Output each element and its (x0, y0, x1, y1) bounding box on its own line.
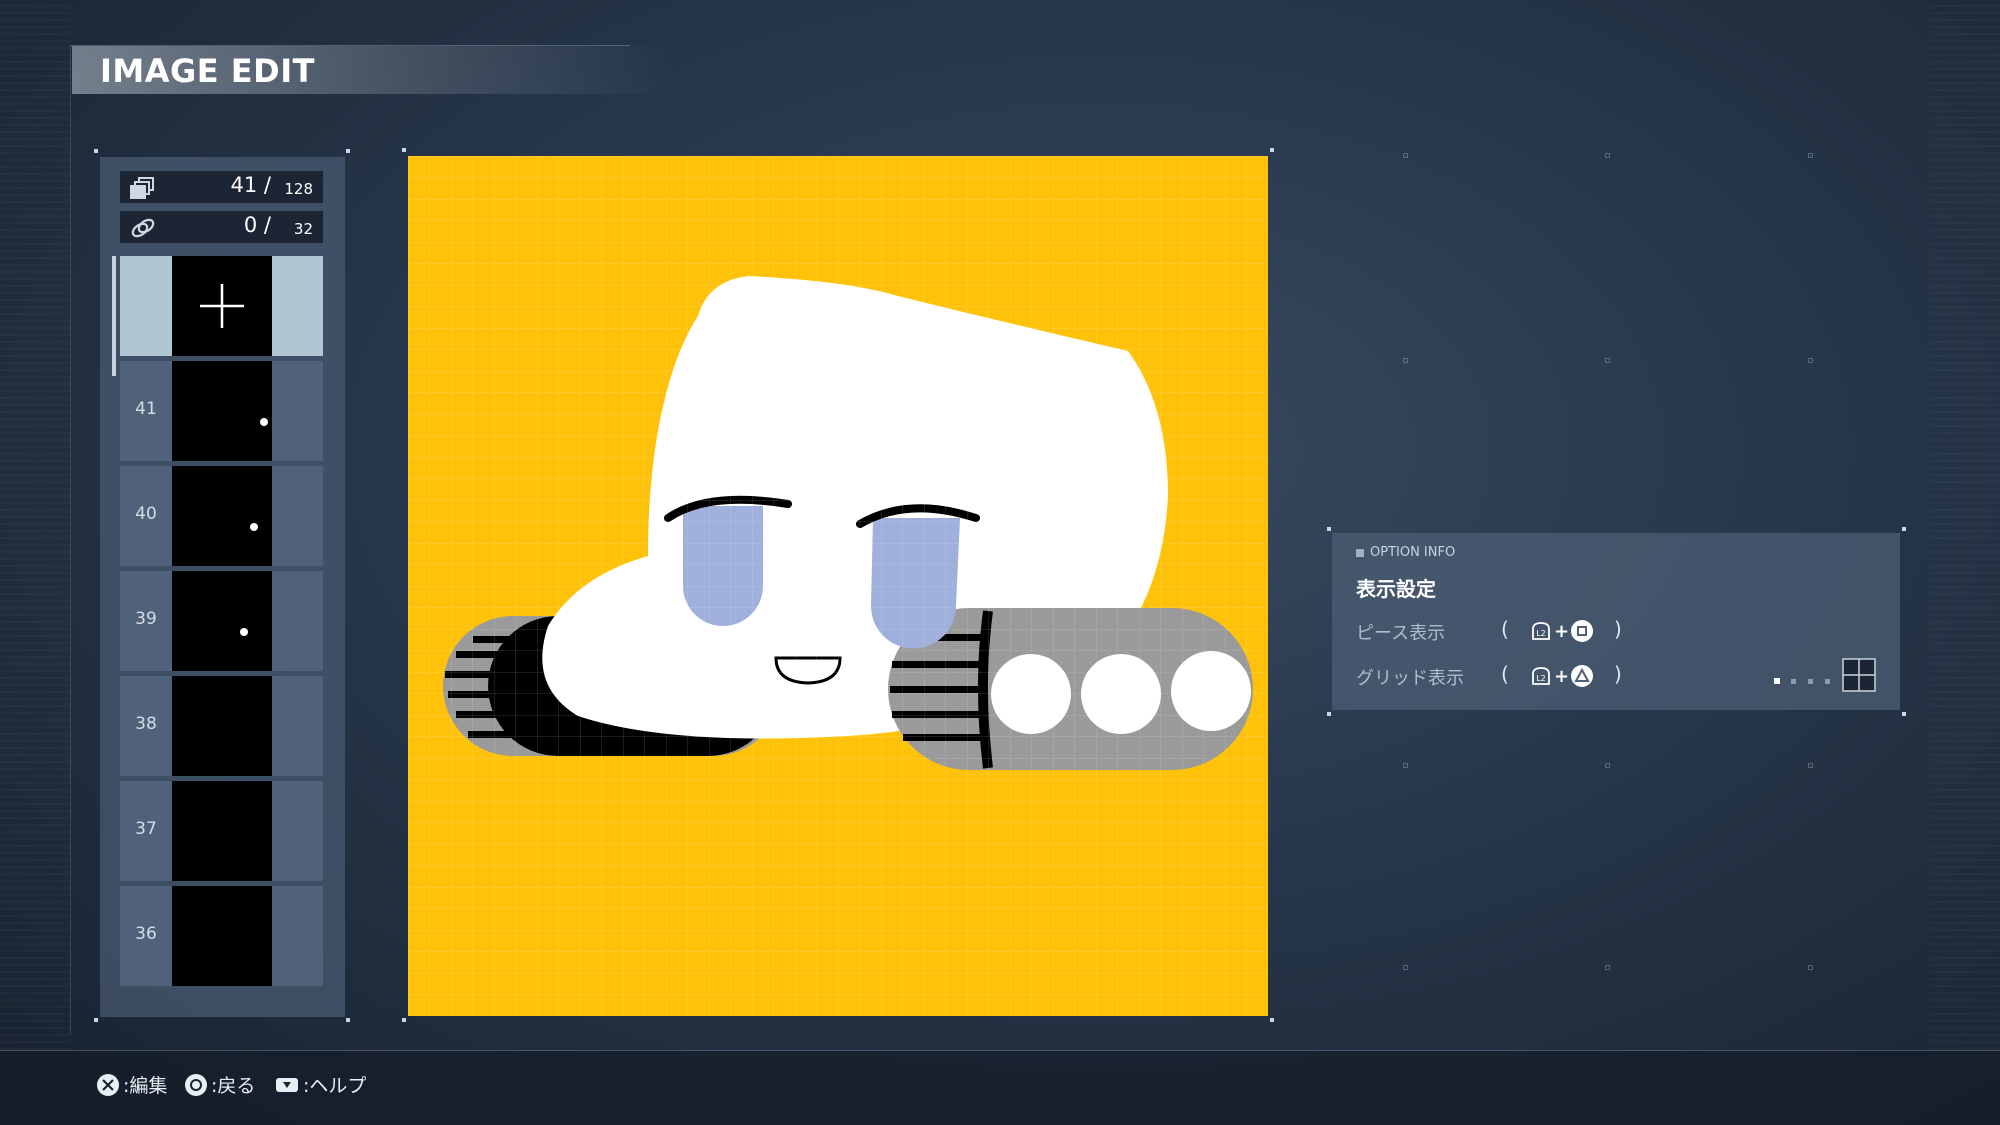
footer-bar: :編集 :戻る :ヘルプ (0, 1051, 2000, 1125)
link-count-current: 0 / (243, 213, 271, 237)
bg-dot (1403, 965, 1408, 970)
piece-number: 37 (135, 819, 157, 839)
bg-dot (1605, 358, 1610, 363)
bg-dot (1605, 153, 1610, 158)
piece-thumb (172, 466, 272, 566)
grid-overlay (408, 156, 1268, 1016)
piece-row[interactable]: 37 (120, 781, 323, 881)
plus-icon (200, 284, 244, 328)
grid-icon (1842, 658, 1876, 692)
option-info-header: OPTION INFO (1356, 545, 1455, 560)
grid-level-indicator (1774, 678, 1830, 684)
piece-row[interactable]: 41 (120, 361, 323, 461)
piece-list-scrollbar[interactable] (112, 256, 116, 376)
bg-dot (1808, 153, 1813, 158)
option-info-panel: OPTION INFO 表示設定 ピース表示 ( L2 + ) グリッド表示 (… (1332, 533, 1900, 710)
emblem-canvas[interactable] (408, 156, 1268, 1016)
edit-hint[interactable]: :編集 (97, 1071, 167, 1098)
help-hint[interactable]: :ヘルプ (275, 1071, 366, 1098)
frame-line (70, 45, 71, 1035)
piece-thumb (172, 886, 272, 986)
piece-thumb (172, 676, 272, 776)
link-count-max: 32 (293, 220, 313, 238)
bg-dot (1808, 763, 1813, 768)
l2-button-icon: L2 (1532, 622, 1550, 640)
corner-mark (402, 1018, 406, 1022)
help-hint-label: :ヘルプ (303, 1075, 367, 1097)
piece-display-label: ピース表示 (1356, 623, 1446, 644)
back-hint[interactable]: :戻る (185, 1071, 255, 1098)
piece-row[interactable]: 39 (120, 571, 323, 671)
open-paren: ( (1501, 617, 1509, 641)
bg-dot (1808, 965, 1813, 970)
piece-number: 38 (135, 714, 157, 734)
piece-counter: 41 / 128 (120, 171, 323, 203)
piece-number: 39 (135, 609, 157, 629)
square-bullet-icon (1356, 548, 1364, 557)
piece-thumb (172, 571, 272, 671)
corner-mark (402, 148, 406, 152)
plus-glyph: + (1554, 620, 1570, 642)
circle-button-icon (185, 1073, 207, 1096)
page-title: IMAGE EDIT (100, 52, 315, 90)
corner-mark (1327, 712, 1331, 716)
svg-text:L2: L2 (1536, 674, 1546, 683)
back-hint-label: :戻る (211, 1075, 256, 1097)
title-bar: IMAGE EDIT (72, 46, 672, 94)
triangle-button-icon (1571, 665, 1594, 687)
cross-button-icon (97, 1073, 119, 1096)
bg-dot (1403, 153, 1408, 158)
piece-count-max: 128 (284, 180, 313, 198)
touchpad-button-icon (276, 1077, 298, 1092)
corner-mark (346, 1018, 350, 1022)
piece-panel: 41 / 128 0 / 32 41 40 39 38 37 36 (100, 157, 345, 1017)
piece-display-shortcut: L2 + (1530, 620, 1594, 642)
bg-dot (1605, 763, 1610, 768)
layers-icon (130, 177, 154, 199)
grid-display-shortcut: L2 + (1530, 665, 1594, 687)
bg-dot (1605, 965, 1610, 970)
piece-count-current: 41 / (230, 173, 271, 197)
left-scanline-deco (0, 0, 70, 1050)
corner-mark (1902, 712, 1906, 716)
corner-mark (1270, 148, 1274, 152)
piece-thumb (172, 781, 272, 881)
grid-display-label: グリッド表示 (1356, 668, 1464, 689)
piece-number: 40 (135, 504, 157, 524)
piece-row[interactable]: 36 (120, 886, 323, 986)
link-counter: 0 / 32 (120, 211, 323, 243)
close-paren: ) (1614, 617, 1622, 641)
svg-text:L2: L2 (1536, 629, 1546, 638)
corner-mark (1327, 527, 1331, 531)
emblem-art (408, 156, 1268, 1016)
square-button-icon (1571, 620, 1594, 642)
corner-mark (94, 149, 98, 153)
corner-mark (346, 149, 350, 153)
add-piece-thumb (172, 256, 272, 356)
corner-mark (94, 1018, 98, 1022)
plus-glyph: + (1554, 665, 1570, 687)
piece-row[interactable]: 38 (120, 676, 323, 776)
display-settings-heading: 表示設定 (1356, 577, 1436, 601)
corner-mark (1902, 527, 1906, 531)
corner-mark (1270, 1018, 1274, 1022)
piece-thumb (172, 361, 272, 461)
piece-row[interactable]: 40 (120, 466, 323, 566)
piece-list: 41 40 39 38 37 36 (120, 256, 323, 986)
bg-dot (1808, 358, 1813, 363)
piece-number: 36 (135, 924, 157, 944)
add-piece-button[interactable] (120, 256, 323, 356)
bg-dot (1403, 763, 1408, 768)
open-paren: ( (1501, 662, 1509, 686)
link-icon (131, 218, 155, 238)
l2-button-icon: L2 (1532, 667, 1550, 685)
piece-number: 41 (135, 399, 157, 419)
right-scanline-deco (1930, 0, 2000, 1050)
edit-hint-label: :編集 (123, 1075, 168, 1097)
bg-dot (1403, 358, 1408, 363)
close-paren: ) (1614, 662, 1622, 686)
